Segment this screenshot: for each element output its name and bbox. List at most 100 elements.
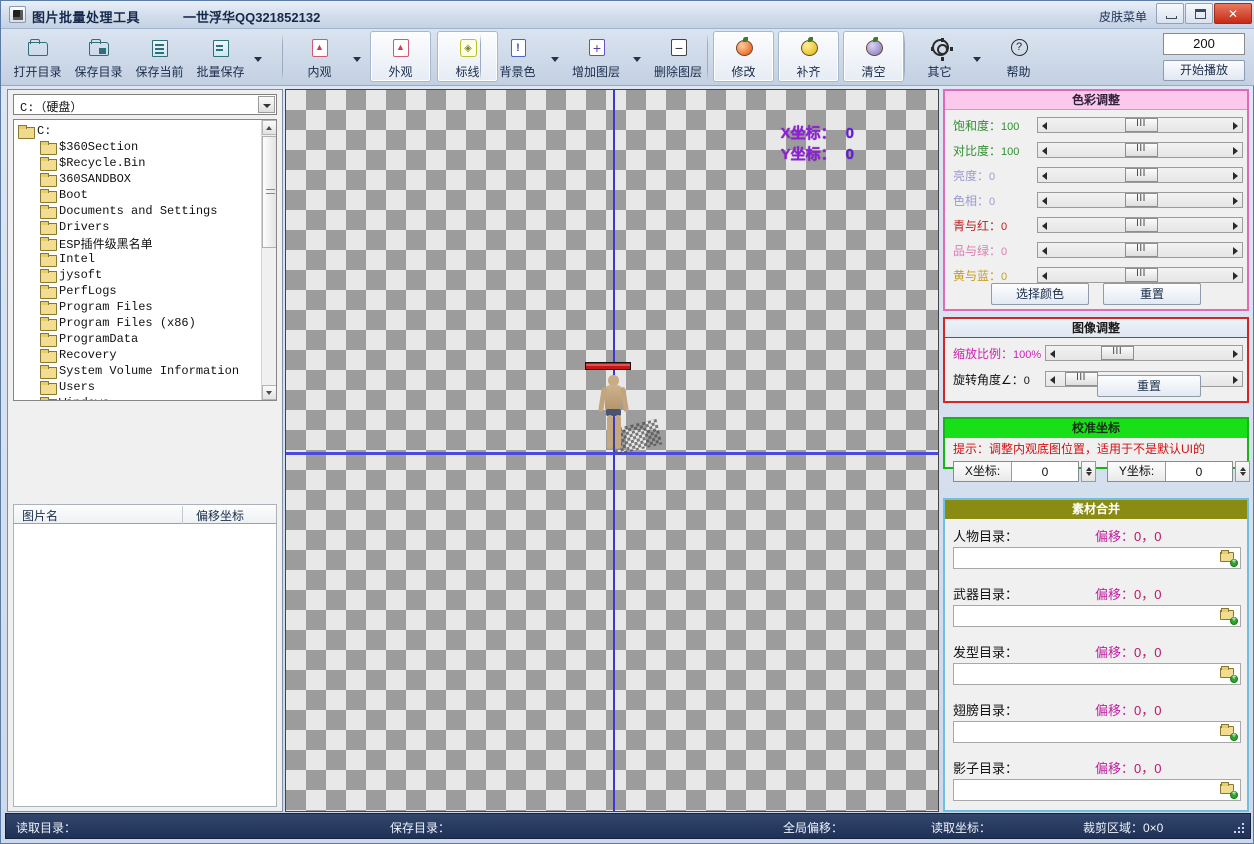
- calibrate-y-spinner[interactable]: [1235, 461, 1250, 482]
- tree-node-item[interactable]: ESP插件级黑名单: [40, 235, 153, 252]
- tree-node-item[interactable]: Drivers: [40, 219, 109, 235]
- slider-thumb[interactable]: [1100, 346, 1134, 360]
- tree-node-item[interactable]: ProgramData: [40, 331, 138, 347]
- slider-right-arrow-icon[interactable]: [1229, 218, 1242, 232]
- close-button[interactable]: ✕: [1214, 3, 1252, 24]
- image-list-body[interactable]: [13, 524, 277, 807]
- slider-thumb[interactable]: [1124, 243, 1158, 257]
- tree-scrollbar[interactable]: [261, 120, 276, 400]
- browse-folder-icon[interactable]: [1220, 608, 1238, 625]
- tree-node-item[interactable]: $360Section: [40, 139, 138, 155]
- tree-node-item[interactable]: Recovery: [40, 347, 117, 363]
- image-reset-button[interactable]: 重置: [1097, 375, 1201, 397]
- slider-thumb[interactable]: [1124, 218, 1158, 232]
- minimize-button[interactable]: [1156, 3, 1184, 24]
- slider-thumb[interactable]: [1124, 268, 1158, 282]
- drive-select[interactable]: C:（硬盘）: [13, 94, 277, 115]
- background-color-dropdown-icon[interactable]: [548, 31, 562, 82]
- other-dropdown-icon[interactable]: [970, 31, 984, 82]
- slider-thumb[interactable]: [1124, 168, 1158, 182]
- canvas-area[interactable]: X坐标： 0 Y坐标： 0: [285, 89, 939, 812]
- slider-track[interactable]: [1037, 117, 1243, 133]
- maximize-button[interactable]: [1185, 3, 1213, 24]
- toolbar-button-save-current[interactable]: 保存当前: [129, 31, 190, 82]
- slider-track[interactable]: [1045, 345, 1243, 361]
- character-sprite[interactable]: [582, 362, 663, 457]
- color-reset-button[interactable]: 重置: [1103, 283, 1201, 305]
- slider-left-arrow-icon[interactable]: [1046, 346, 1059, 360]
- calibrate-y-field[interactable]: Y坐标: 0: [1107, 461, 1233, 482]
- slider-left-arrow-icon[interactable]: [1038, 168, 1051, 182]
- pick-color-button[interactable]: 选择颜色: [991, 283, 1089, 305]
- tree-node-item[interactable]: System Volume Information: [40, 363, 239, 379]
- toolbar-button-help[interactable]: ? 帮助: [988, 31, 1049, 82]
- toolbar-button-save-directory[interactable]: 保存目录: [68, 31, 129, 82]
- browse-folder-icon[interactable]: [1220, 724, 1238, 741]
- resize-grip-icon[interactable]: [1234, 823, 1246, 835]
- slider-track[interactable]: [1037, 192, 1243, 208]
- toolbar-button-modify[interactable]: 修改: [713, 31, 774, 82]
- slider-thumb[interactable]: [1124, 143, 1158, 157]
- merge-path-input[interactable]: [953, 779, 1241, 801]
- slider-left-arrow-icon[interactable]: [1038, 143, 1051, 157]
- add-layer-dropdown-icon[interactable]: [630, 31, 644, 82]
- play-speed-input[interactable]: 200: [1163, 33, 1245, 55]
- scrollbar-thumb[interactable]: [262, 136, 276, 248]
- slider-thumb[interactable]: [1064, 372, 1098, 386]
- calibrate-x-spinner[interactable]: [1081, 461, 1096, 482]
- toolbar-button-open-directory[interactable]: 打开目录: [7, 31, 68, 82]
- tree-node-item[interactable]: Intel: [40, 251, 95, 267]
- merge-path-input[interactable]: [953, 605, 1241, 627]
- browse-folder-icon[interactable]: [1220, 782, 1238, 799]
- slider-left-arrow-icon[interactable]: [1038, 193, 1051, 207]
- tree-node-item[interactable]: Program Files: [40, 299, 153, 315]
- slider-right-arrow-icon[interactable]: [1229, 193, 1242, 207]
- slider-track[interactable]: [1037, 167, 1243, 183]
- chevron-down-icon[interactable]: [258, 96, 275, 113]
- toolbar-button-outer-view[interactable]: ▲ 外观: [370, 31, 431, 82]
- tree-node-item[interactable]: jysoft: [40, 267, 102, 283]
- browse-folder-icon[interactable]: [1220, 666, 1238, 683]
- tree-node-item[interactable]: 360SANDBOX: [40, 171, 131, 187]
- browse-folder-icon[interactable]: [1220, 550, 1238, 567]
- tree-node-item[interactable]: $Recycle.Bin: [40, 155, 145, 171]
- slider-right-arrow-icon[interactable]: [1229, 268, 1242, 282]
- tree-node-item[interactable]: Users: [40, 379, 95, 395]
- tree-node-item[interactable]: Program Files (x86): [40, 315, 196, 331]
- calibrate-x-value[interactable]: 0: [1012, 465, 1078, 479]
- toolbar-button-delete-layer[interactable]: − 删除图层: [644, 31, 712, 82]
- toolbar-button-batch-save[interactable]: 批量保存: [190, 31, 251, 82]
- calibrate-y-value[interactable]: 0: [1166, 465, 1232, 479]
- tree-node-root[interactable]: C:: [18, 123, 51, 139]
- slider-left-arrow-icon[interactable]: [1038, 243, 1051, 257]
- slider-track[interactable]: [1037, 142, 1243, 158]
- slider-right-arrow-icon[interactable]: [1229, 168, 1242, 182]
- toolbar-button-fill[interactable]: 补齐: [778, 31, 839, 82]
- merge-path-input[interactable]: [953, 547, 1241, 569]
- scroll-up-icon[interactable]: [262, 120, 276, 135]
- slider-right-arrow-icon[interactable]: [1229, 143, 1242, 157]
- tree-node-item[interactable]: Windows: [40, 395, 109, 400]
- toolbar-button-add-layer[interactable]: + 增加图层: [562, 31, 630, 82]
- tree-node-item[interactable]: Boot: [40, 187, 88, 203]
- skin-menu-button[interactable]: 皮肤菜单: [1099, 8, 1147, 25]
- slider-right-arrow-icon[interactable]: [1229, 346, 1242, 360]
- toolbar-button-other[interactable]: 其它: [909, 31, 970, 82]
- slider-left-arrow-icon[interactable]: [1046, 372, 1059, 386]
- slider-thumb[interactable]: [1124, 193, 1158, 207]
- toolbar-button-clear[interactable]: 清空: [843, 31, 904, 82]
- slider-left-arrow-icon[interactable]: [1038, 118, 1051, 132]
- calibrate-x-field[interactable]: X坐标: 0: [953, 461, 1079, 482]
- tree-node-item[interactable]: PerfLogs: [40, 283, 117, 299]
- slider-right-arrow-icon[interactable]: [1229, 118, 1242, 132]
- merge-path-input[interactable]: [953, 663, 1241, 685]
- inner-view-dropdown-icon[interactable]: [350, 31, 364, 82]
- slider-thumb[interactable]: [1124, 118, 1158, 132]
- merge-path-input[interactable]: [953, 721, 1241, 743]
- batch-save-dropdown-icon[interactable]: [251, 31, 265, 82]
- slider-track[interactable]: [1037, 217, 1243, 233]
- tree-node-item[interactable]: Documents and Settings: [40, 203, 217, 219]
- start-play-button[interactable]: 开始播放: [1163, 60, 1245, 81]
- slider-track[interactable]: [1037, 242, 1243, 258]
- slider-left-arrow-icon[interactable]: [1038, 268, 1051, 282]
